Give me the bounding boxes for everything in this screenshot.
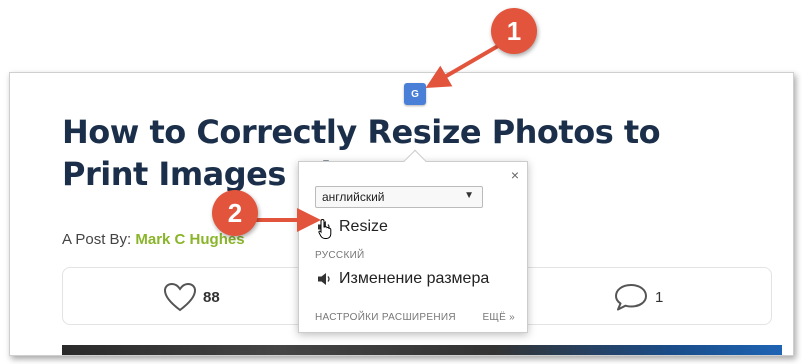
- google-translate-icon[interactable]: G: [404, 83, 426, 105]
- like-count: 88: [203, 288, 220, 306]
- extension-settings-link[interactable]: НАСТРОЙКИ РАСШИРЕНИЯ: [315, 312, 456, 323]
- translate-popup: × английский ▼ Resize РУССКИЙ Изменение …: [298, 149, 528, 333]
- dropdown-arrow-icon: ▼: [464, 190, 474, 201]
- source-word: Resize: [339, 218, 388, 235]
- source-language-value: английский: [322, 190, 385, 204]
- annotation-marker-1: 1: [491, 8, 537, 54]
- annotation-marker-2: 2: [212, 190, 258, 236]
- more-link[interactable]: ЕЩЁ »: [482, 312, 515, 323]
- featured-image-strip: [62, 345, 782, 355]
- comments-button[interactable]: 1: [613, 282, 663, 312]
- byline: A Post By: Mark C Hughes: [62, 231, 245, 248]
- source-language-select[interactable]: английский ▼: [315, 186, 483, 208]
- google-translate-glyph: G: [411, 88, 419, 100]
- translation-text: Изменение размера: [339, 270, 490, 287]
- mouse-cursor-icon: [318, 218, 332, 239]
- like-button[interactable]: 88: [163, 282, 220, 312]
- comment-count: 1: [655, 288, 664, 306]
- target-language-label: РУССКИЙ: [315, 250, 365, 261]
- popup-footer: НАСТРОЙКИ РАСШИРЕНИЯ ЕЩЁ »: [315, 312, 515, 323]
- comment-icon: [615, 284, 647, 311]
- byline-prefix: A Post By:: [62, 231, 136, 248]
- heart-icon: [163, 282, 197, 312]
- translation-row: Изменение размера: [317, 270, 489, 288]
- speaker-icon[interactable]: [317, 272, 333, 286]
- close-icon[interactable]: ×: [511, 167, 519, 183]
